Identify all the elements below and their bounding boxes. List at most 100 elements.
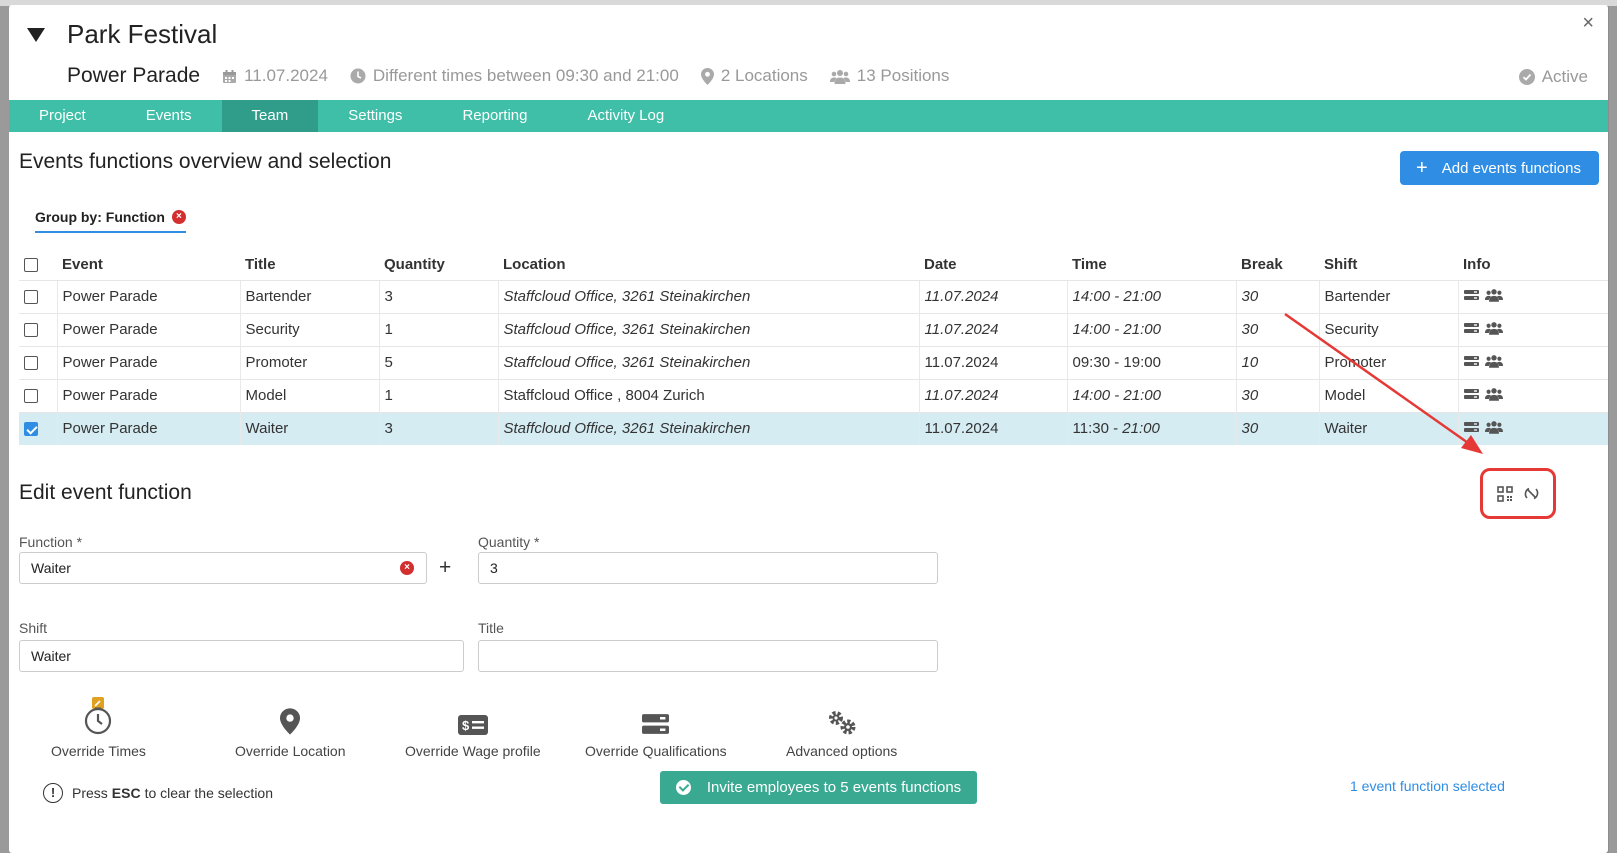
cell-event: Power Parade xyxy=(56,378,240,412)
row-checkbox[interactable] xyxy=(24,356,38,371)
title-input[interactable] xyxy=(478,640,938,672)
row-checkbox[interactable] xyxy=(24,323,38,338)
add-function-button[interactable]: + xyxy=(439,556,451,580)
close-icon[interactable]: × xyxy=(1582,13,1594,33)
override-times-button[interactable]: Override Times xyxy=(51,697,146,759)
main-tabs: Project Events Team Settings Reporting A… xyxy=(9,100,1608,132)
override-qualifications-button[interactable]: Override Qualifications xyxy=(585,697,727,759)
cell-break: 30 xyxy=(1235,312,1319,346)
project-title: Park Festival xyxy=(67,19,218,49)
col-title[interactable]: Title xyxy=(240,250,379,280)
filter-icon[interactable] xyxy=(27,27,45,42)
cell-event: Power Parade xyxy=(56,345,240,379)
cell-title: Security xyxy=(239,312,379,346)
table-row[interactable]: Power Parade Model 1 Staffcloud Office ,… xyxy=(19,378,1608,412)
add-events-functions-button[interactable]: + Add events functions xyxy=(1400,151,1599,185)
col-time[interactable]: Time xyxy=(1067,250,1236,280)
col-shift[interactable]: Shift xyxy=(1319,250,1458,280)
users-icon[interactable] xyxy=(1484,354,1503,368)
users-icon[interactable] xyxy=(1484,321,1503,335)
invite-employees-button[interactable]: Invite employees to 5 events functions xyxy=(660,771,977,804)
event-positions: 13 Positions xyxy=(829,66,949,86)
tab-activity-log[interactable]: Activity Log xyxy=(557,100,694,132)
cell-time: 14:00 - 21:00 xyxy=(1066,279,1236,313)
cell-date: 11.07.2024 xyxy=(918,312,1067,346)
event-meta-row: Power Parade 11.07.2024 Different times … xyxy=(67,64,971,88)
status-badge: Active xyxy=(1518,67,1588,87)
overview-title: Events functions overview and selection xyxy=(19,150,392,173)
check-circle-icon xyxy=(1518,69,1535,85)
cell-shift: Promoter xyxy=(1318,345,1458,379)
qualifications-icon[interactable] xyxy=(1463,388,1479,400)
cell-event: Power Parade xyxy=(56,411,240,445)
select-all-checkbox[interactable] xyxy=(24,258,38,273)
advanced-options-button[interactable]: Advanced options xyxy=(786,697,897,759)
cell-date: 11.07.2024 xyxy=(918,279,1067,313)
events-functions-table: Event Title Quantity Location Date Time … xyxy=(19,250,1608,445)
cell-date: 11.07.2024 xyxy=(918,345,1067,379)
shift-input[interactable]: Waiter xyxy=(19,640,464,672)
cell-break: 30 xyxy=(1235,279,1319,313)
exclamation-circle-icon: ! xyxy=(43,783,63,803)
row-checkbox-checked[interactable] xyxy=(24,422,38,437)
project-title-row: Park Festival xyxy=(27,19,217,50)
qualifications-icon[interactable] xyxy=(1463,289,1479,301)
qualifications-icon[interactable] xyxy=(1463,322,1479,334)
quantity-input[interactable]: 3 xyxy=(478,552,938,584)
event-function-modal: × Park Festival Power Parade 11.07.2024 … xyxy=(9,5,1608,853)
qualifications-icon[interactable] xyxy=(1463,355,1479,367)
override-wage-profile-button[interactable]: $ Override Wage profile xyxy=(405,697,541,759)
users-icon[interactable] xyxy=(1484,288,1503,302)
users-icon[interactable] xyxy=(1484,387,1503,401)
cell-info xyxy=(1457,411,1608,445)
tab-team[interactable]: Team xyxy=(221,100,319,132)
money-bill-icon: $ xyxy=(457,715,488,735)
qualifications-icon[interactable] xyxy=(1463,421,1479,433)
clear-function-icon[interactable]: × xyxy=(400,561,414,575)
col-quantity[interactable]: Quantity xyxy=(379,250,498,280)
event-locations: 2 Locations xyxy=(700,66,808,86)
cell-location: Staffcloud Office, 3261 Steinakirchen xyxy=(497,279,919,313)
cell-title: Waiter xyxy=(239,411,379,445)
cell-break: 30 xyxy=(1235,411,1319,445)
quantity-label: Quantity * xyxy=(478,534,540,550)
select-all-cell xyxy=(19,250,57,280)
function-label: Function * xyxy=(19,534,83,550)
table-header-row: Event Title Quantity Location Date Time … xyxy=(19,250,1608,280)
event-date: 11.07.2024 xyxy=(222,66,328,86)
col-break[interactable]: Break xyxy=(1236,250,1319,280)
col-date[interactable]: Date xyxy=(919,250,1067,280)
cogs-icon xyxy=(828,711,856,735)
unlink-icon[interactable] xyxy=(1523,485,1540,502)
calendar-icon xyxy=(223,69,237,83)
function-select[interactable]: Waiter × xyxy=(19,552,427,584)
tab-project[interactable]: Project xyxy=(9,100,116,132)
table-row[interactable]: Power Parade Promoter 5 Staffcloud Offic… xyxy=(19,345,1608,379)
cell-location: Staffcloud Office, 3261 Steinakirchen xyxy=(497,411,919,445)
selected-count-link[interactable]: 1 event function selected xyxy=(1350,778,1505,794)
cell-info xyxy=(1457,279,1608,313)
users-icon[interactable] xyxy=(1484,420,1503,434)
cell-event: Power Parade xyxy=(56,279,240,313)
clock-edit-icon xyxy=(85,697,112,735)
row-checkbox[interactable] xyxy=(24,290,38,305)
row-checkbox[interactable] xyxy=(24,389,38,404)
table-row-selected[interactable]: Power Parade Waiter 3 Staffcloud Office,… xyxy=(19,411,1608,445)
event-times: Different times between 09:30 and 21:00 xyxy=(350,66,679,86)
clear-group-icon[interactable]: × xyxy=(171,210,186,224)
override-location-button[interactable]: Override Location xyxy=(235,697,346,759)
cell-location: Staffcloud Office, 3261 Steinakirchen xyxy=(497,312,919,346)
col-event[interactable]: Event xyxy=(57,250,240,280)
users-icon xyxy=(829,69,850,84)
cell-quantity: 1 xyxy=(378,378,498,412)
tab-reporting[interactable]: Reporting xyxy=(432,100,557,132)
col-info: Info xyxy=(1463,256,1491,274)
group-by-chip[interactable]: Group by: Function × xyxy=(35,209,186,233)
tab-events[interactable]: Events xyxy=(116,100,222,132)
col-location[interactable]: Location xyxy=(498,250,919,280)
cell-title: Model xyxy=(239,378,379,412)
table-row[interactable]: Power Parade Security 1 Staffcloud Offic… xyxy=(19,312,1608,346)
tab-settings[interactable]: Settings xyxy=(318,100,432,132)
table-row[interactable]: Power Parade Bartender 3 Staffcloud Offi… xyxy=(19,279,1608,313)
qr-code-icon[interactable] xyxy=(1496,485,1513,502)
